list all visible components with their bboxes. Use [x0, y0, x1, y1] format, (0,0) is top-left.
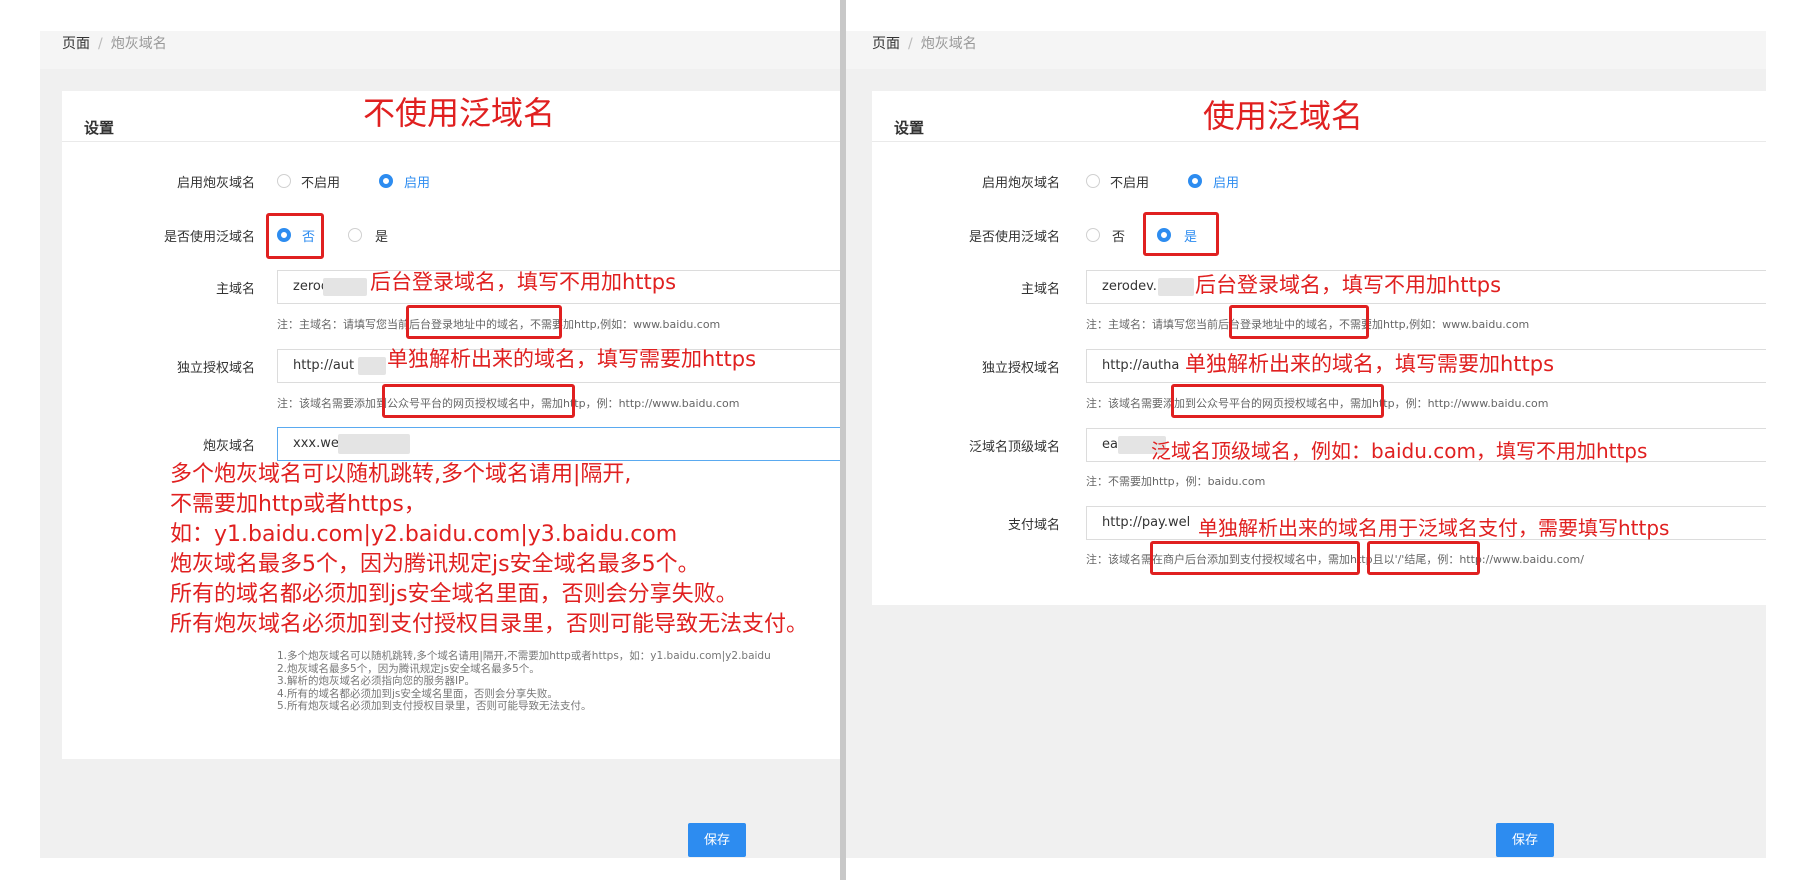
wildcard-yes-radio[interactable]: [348, 228, 362, 242]
save-button[interactable]: 保存: [688, 823, 746, 857]
card-title: 设置: [894, 119, 925, 137]
highlight-auth-note: [1171, 384, 1384, 418]
enable-label: 启用炮灰域名: [176, 176, 255, 191]
highlight-main-note: [1229, 305, 1369, 339]
highlight-auth-note: [382, 384, 575, 418]
wildcard-yes-text: 是: [375, 230, 389, 245]
highlight-pay-note-2: [1367, 541, 1480, 575]
breadcrumb: 页面 / 炮灰域名: [846, 31, 1766, 69]
breadcrumb-current: 炮灰域名: [110, 36, 167, 52]
wildcard-no-radio[interactable]: [1086, 228, 1100, 242]
wildcard-no-text: 否: [1112, 230, 1126, 245]
top-domain-note: 注：不需要加http，例：baidu.com: [1086, 475, 1266, 488]
breadcrumb-page[interactable]: 页面: [872, 36, 900, 52]
main-domain-label: 主域名: [1020, 282, 1060, 297]
main-domain-annotation: 后台登录域名，填写不用加https: [370, 270, 677, 294]
cannon-domain-tips: 1.多个炮灰域名可以随机跳转,多个域名请用|隔开,不需要加http或者https…: [277, 650, 771, 712]
enable-on-text: 启用: [404, 176, 431, 191]
card-title: 设置: [84, 119, 115, 137]
enable-off-text: 不启用: [1110, 176, 1150, 191]
breadcrumb: 页面 / 炮灰域名: [40, 31, 840, 69]
highlight-pay-note-1: [1150, 541, 1360, 575]
enable-off-radio[interactable]: [1086, 174, 1100, 188]
left-panel: 页面 / 炮灰域名 设置 不使用泛域名 启用炮灰域名 不启用 启用 是否使用泛域名 …: [40, 0, 840, 880]
enable-off-text: 不启用: [301, 176, 341, 191]
top-domain-label: 泛域名顶级域名: [968, 440, 1060, 455]
save-button[interactable]: 保存: [1496, 823, 1554, 857]
highlight-wildcard-yes: [1143, 212, 1219, 256]
pay-domain-annotation: 单独解析出来的域名用于泛域名支付，需要填写https: [1198, 516, 1670, 540]
auth-domain-annotation: 单独解析出来的域名，填写需要加https: [387, 347, 757, 371]
enable-on-text: 启用: [1213, 176, 1240, 191]
top-domain-annotation: 泛域名顶级域名，例如：baidu.com，填写不用加https: [1151, 439, 1648, 463]
enable-on-radio[interactable]: [379, 174, 393, 188]
heading-no-wildcard: 不使用泛域名: [363, 94, 556, 132]
highlight-wildcard-no: [266, 213, 324, 259]
auth-domain-label: 独立授权域名: [176, 361, 255, 376]
cannon-domain-annotation: 多个炮灰域名可以随机跳转,多个域名请用|隔开, 不需要加http或者https，…: [170, 462, 809, 637]
enable-on-radio[interactable]: [1188, 174, 1202, 188]
auth-domain-annotation: 单独解析出来的域名，填写需要加https: [1185, 352, 1555, 376]
heading-wildcard: 使用泛域名: [1203, 97, 1364, 135]
pay-domain-label: 支付域名: [1007, 518, 1060, 533]
wildcard-label: 是否使用泛域名: [163, 230, 255, 245]
cannon-domain-label: 炮灰域名: [202, 439, 255, 454]
auth-domain-label: 独立授权域名: [981, 361, 1060, 376]
breadcrumb-current: 炮灰域名: [920, 36, 977, 52]
enable-label: 启用炮灰域名: [981, 176, 1060, 191]
highlight-main-note: [406, 305, 562, 339]
right-panel: 页面 / 炮灰域名 设置 使用泛域名 启用炮灰域名 不启用 启用 是否使用泛域名 否…: [846, 0, 1766, 880]
wildcard-label: 是否使用泛域名: [968, 230, 1060, 245]
main-domain-label: 主域名: [215, 282, 255, 297]
breadcrumb-page[interactable]: 页面: [62, 36, 90, 52]
enable-off-radio[interactable]: [277, 174, 291, 188]
main-domain-annotation: 后台登录域名，填写不用加https: [1195, 273, 1502, 297]
